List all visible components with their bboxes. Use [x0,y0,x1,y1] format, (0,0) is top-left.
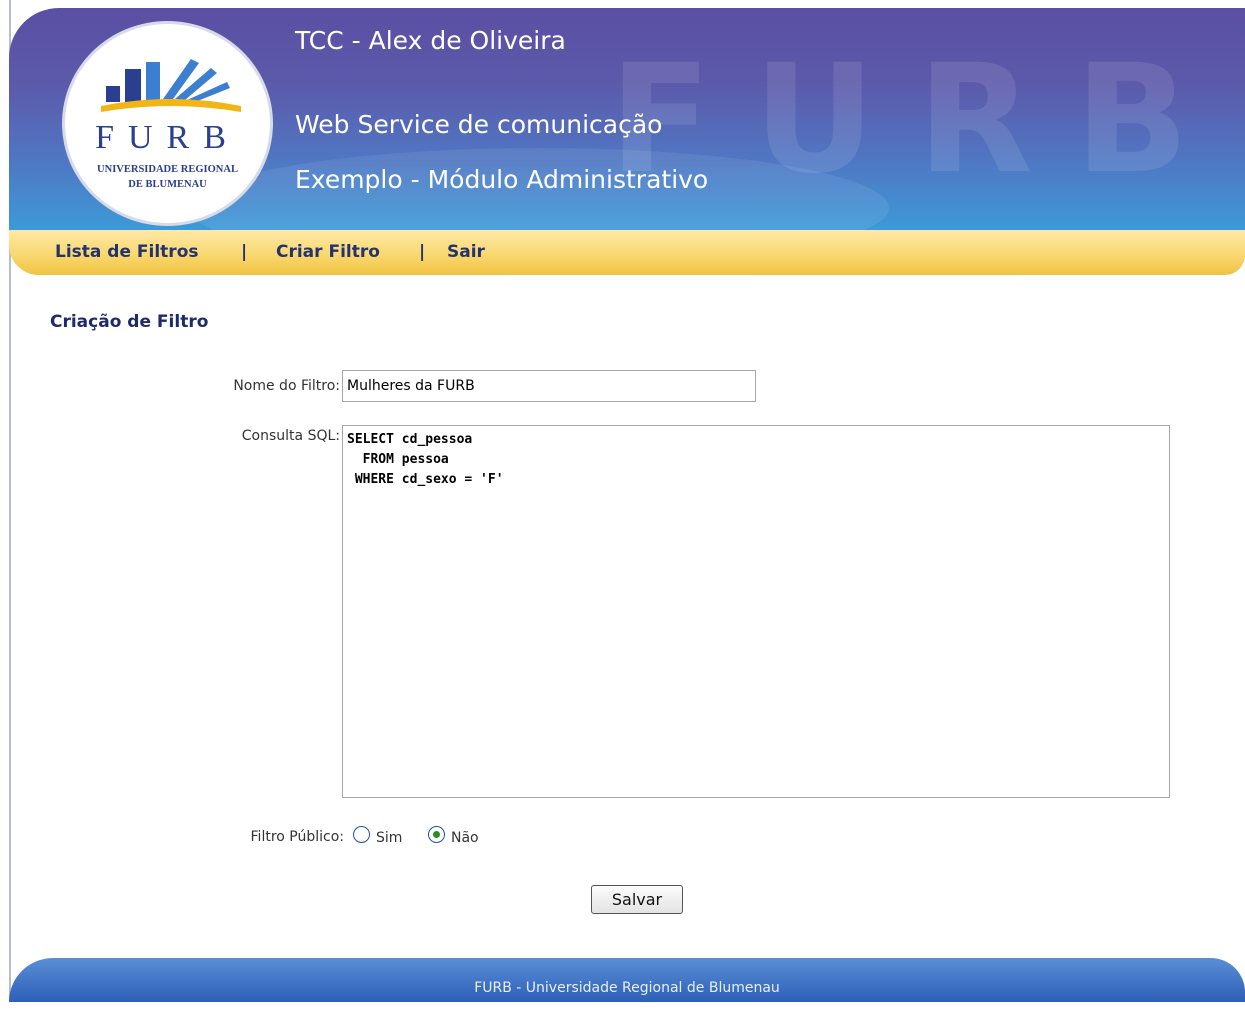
logo-word: FURB [95,119,240,156]
nav-sair[interactable]: Sair [447,242,485,262]
nav-separator: | [241,242,248,262]
public-yes-radio[interactable] [353,826,370,843]
public-no-label[interactable]: Não [451,830,479,846]
public-yes-label[interactable]: Sim [376,830,402,846]
nav-separator: | [419,242,426,262]
header-banner: FURB FURB UNIVERSIDADE REGIONAL DE BLUME… [9,8,1245,230]
header-subtitle: Web Service de comunicação [295,110,663,139]
filter-name-label: Nome do Filtro: [233,378,340,394]
sql-query-label: Consulta SQL: [241,428,340,444]
header-title: TCC - Alex de Oliveira [295,26,566,55]
page-title: Criação de Filtro [50,312,209,332]
filter-name-input[interactable] [342,370,756,402]
public-no-radio[interactable] [428,826,445,843]
public-filter-label: Filtro Público: [250,829,344,845]
nav-bar: Lista de Filtros | Criar Filtro | Sair [9,230,1245,275]
logo-emblem-icon [101,59,241,112]
logo-subtitle-line1: UNIVERSIDADE REGIONAL [97,164,238,175]
footer-bar: FURB - Universidade Regional de Blumenau [9,958,1245,1002]
logo-subtitle-line2: DE BLUMENAU [128,179,207,190]
header-subtitle-2: Exemplo - Módulo Administrativo [295,165,709,194]
nav-lista-de-filtros[interactable]: Lista de Filtros [55,242,199,262]
sql-query-textarea[interactable]: SELECT cd_pessoa FROM pessoa WHERE cd_se… [342,425,1170,798]
footer-text: FURB - Universidade Regional de Blumenau [474,980,780,996]
nav-criar-filtro[interactable]: Criar Filtro [276,242,380,262]
save-button[interactable]: Salvar [591,885,683,914]
furb-logo: FURB UNIVERSIDADE REGIONAL DE BLUMENAU [62,21,273,226]
